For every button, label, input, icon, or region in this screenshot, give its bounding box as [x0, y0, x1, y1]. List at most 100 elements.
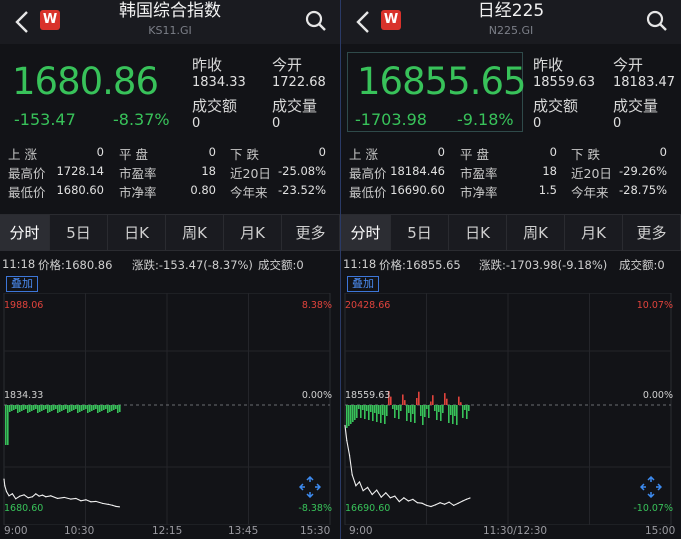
price-point [63, 496, 65, 499]
expand-icon[interactable] [640, 476, 662, 498]
volume-bar [67, 405, 69, 413]
tab-3[interactable]: 周K [166, 215, 224, 251]
panel-nikkei: W 日经225 N225.GI 16855.65 -1703.98 -9.18%… [341, 0, 681, 539]
volume-bar [468, 405, 470, 411]
pct-max-label: 10.07% [636, 300, 673, 311]
search-icon[interactable] [304, 9, 328, 33]
price-point [15, 498, 17, 500]
period-tabs: 分时 5日 日K 周K 月K 更多 [341, 214, 681, 251]
header: W 日经225 N225.GI [341, 0, 681, 44]
price-point [50, 495, 52, 497]
volume-bar [85, 405, 87, 409]
price-point [75, 497, 77, 500]
volume-bar [91, 405, 93, 411]
price-point [457, 502, 459, 504]
stat-label: 市盈率 [460, 166, 498, 181]
price-point [346, 439, 348, 442]
volume-bar [400, 405, 402, 411]
price-point [371, 493, 373, 496]
stat-label: 今年来 [571, 185, 609, 200]
y-prev-close-label: 18559.63 [345, 390, 391, 401]
volume-bar [71, 405, 73, 411]
x-tick-label: 12:15 [152, 525, 183, 537]
tab-1[interactable]: 5日 [391, 215, 449, 251]
price-point [115, 505, 117, 508]
price-change: -153.47 [14, 110, 76, 129]
volume-bar [432, 395, 434, 405]
volume-bar [354, 405, 356, 420]
volume-bar [75, 405, 77, 409]
price-point [85, 499, 87, 501]
price-point [389, 497, 391, 499]
stat-value: 18184.46 [390, 164, 445, 178]
stat-label: 上 涨 [349, 147, 378, 162]
price-point [348, 454, 351, 456]
cursor-price: 价格:16855.65 [379, 258, 461, 272]
volume-label: 成交量 [613, 97, 659, 115]
tab-4[interactable]: 月K [224, 215, 282, 251]
stat-value: 0 [659, 145, 667, 159]
volume-bar [370, 405, 372, 412]
amount-value: 0 [192, 116, 201, 131]
volume-bar [446, 398, 448, 405]
cursor-change: 涨跌:-1703.98(-9.18%) [479, 258, 608, 272]
price-point [362, 490, 364, 492]
volume-label: 成交量 [272, 97, 318, 115]
pct-max-label: 8.38% [301, 300, 332, 311]
tab-2[interactable]: 日K [449, 215, 507, 251]
intraday-chart[interactable] [0, 293, 340, 525]
volume-bar [59, 405, 61, 412]
tab-2[interactable]: 日K [108, 215, 166, 251]
tab-0[interactable]: 分时 [341, 215, 391, 251]
overlay-button[interactable]: 叠加 [6, 276, 38, 292]
volume-bar [380, 405, 382, 423]
stat-value: 0 [208, 145, 216, 159]
volume-bar [61, 405, 63, 411]
volume-bar [73, 405, 75, 410]
price-point [380, 496, 382, 498]
volume-bar [450, 405, 452, 415]
intraday-chart[interactable] [341, 293, 681, 525]
price-change-percent: -9.18% [457, 110, 514, 129]
tab-0[interactable]: 分时 [0, 215, 50, 251]
volume-bar [350, 405, 352, 424]
tab-4[interactable]: 月K [565, 215, 623, 251]
price-point [358, 481, 361, 483]
stat-label: 平 盘 [460, 147, 489, 162]
volume-bar [464, 405, 466, 410]
expand-icon[interactable] [299, 476, 321, 498]
volume-bar [404, 400, 406, 405]
volume-bar [81, 405, 83, 411]
volume-bar [113, 405, 115, 410]
stat-value: 18 [542, 164, 557, 178]
cursor-amount: 成交额:0 [258, 258, 304, 272]
pct-min-label: -10.07% [633, 503, 673, 514]
price-point [355, 485, 357, 487]
volume-bar [428, 405, 430, 418]
volume-bar [408, 405, 410, 413]
amount-label: 成交额 [533, 97, 579, 115]
index-code: N225.GI [488, 24, 534, 37]
volume-bar [420, 405, 422, 416]
volume-bar [444, 393, 446, 405]
volume-bar [107, 405, 109, 413]
y-max-label: 20428.66 [345, 300, 391, 311]
price-point [421, 502, 423, 504]
volume-bar [386, 405, 388, 416]
tab-5[interactable]: 更多 [623, 215, 681, 251]
tab-5[interactable]: 更多 [282, 215, 340, 251]
tab-3[interactable]: 周K [507, 215, 565, 251]
volume-bar [15, 405, 17, 409]
overlay-button[interactable]: 叠加 [347, 276, 379, 292]
volume-bar [346, 405, 348, 428]
stat-label: 近20日 [230, 166, 271, 181]
volume-bar [430, 401, 432, 405]
search-icon[interactable] [645, 9, 669, 33]
price-point [376, 489, 378, 491]
tab-1[interactable]: 5日 [50, 215, 108, 251]
cursor-time: 11:18 [343, 257, 377, 271]
volume-bar [21, 405, 23, 411]
stat-value: 18 [201, 164, 216, 178]
volume-bar [396, 405, 398, 410]
stat-label: 下 跌 [571, 147, 600, 162]
